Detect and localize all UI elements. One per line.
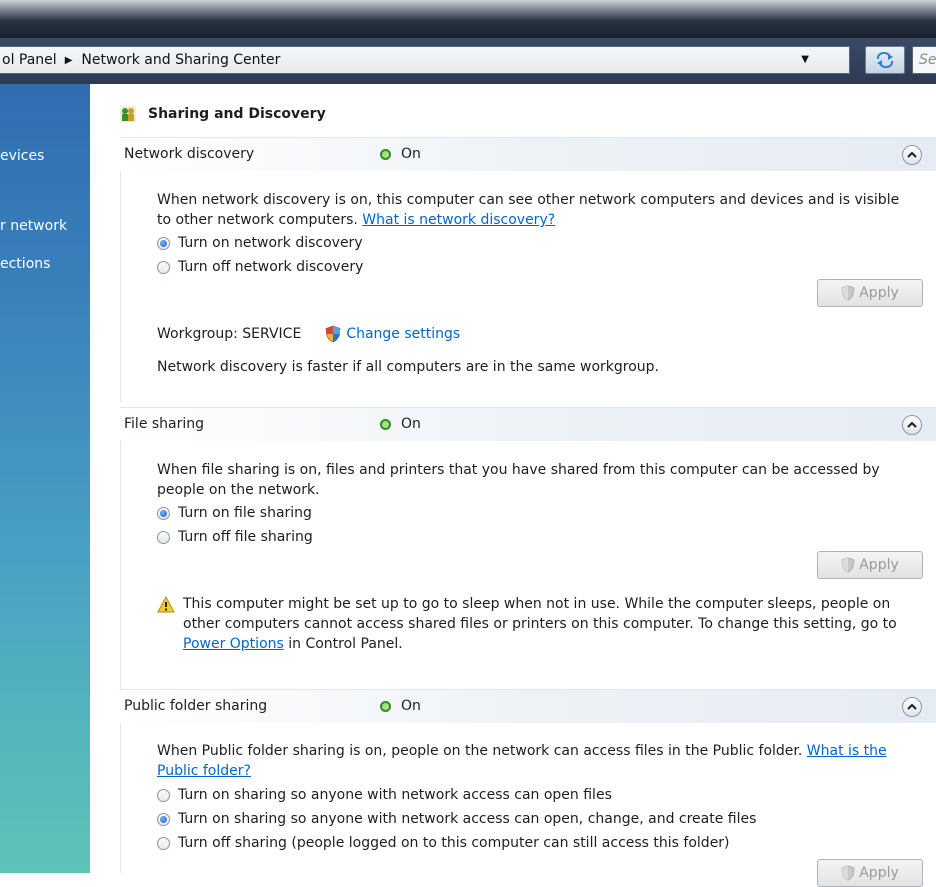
- radio-unselected-icon: [157, 260, 170, 274]
- chevron-up-icon: [907, 703, 917, 710]
- public-folder-apply-label: Apply: [859, 865, 899, 881]
- public-sharing-off-label: Turn off sharing (people logged on to th…: [178, 835, 730, 851]
- panel-title-row: Sharing and Discovery: [120, 106, 326, 122]
- file-sharing-description: When file sharing is on, files and print…: [157, 462, 880, 498]
- file-sharing-status-text: On: [401, 416, 421, 432]
- address-field[interactable]: ol Panel ▶ Network and Sharing Center ▼: [0, 46, 850, 74]
- file-sharing-body: When file sharing is on, files and print…: [120, 441, 936, 696]
- public-folder-sharing-header[interactable]: Public folder sharing On: [120, 689, 936, 723]
- turn-on-network-discovery-radio[interactable]: Turn on network discovery: [157, 235, 363, 251]
- public-folder-description: When Public folder sharing is on, people…: [157, 741, 917, 781]
- file-sharing-header[interactable]: File sharing On: [120, 407, 936, 441]
- turn-off-file-sharing-label: Turn off file sharing: [178, 529, 313, 545]
- status-on-dot-icon: [380, 148, 391, 160]
- what-is-network-discovery-link[interactable]: What is network discovery?: [362, 212, 555, 228]
- radio-selected-icon: [157, 236, 170, 250]
- public-sharing-change-create-radio[interactable]: Turn on sharing so anyone with network a…: [157, 811, 756, 827]
- network-discovery-header[interactable]: Network discovery On: [120, 137, 936, 171]
- chevron-up-icon: [907, 421, 917, 428]
- search-input[interactable]: Se: [912, 46, 936, 74]
- turn-on-file-sharing-label: Turn on file sharing: [178, 505, 312, 521]
- network-discovery-collapse-button[interactable]: [902, 145, 922, 165]
- refresh-arrows-icon: [876, 52, 894, 68]
- workgroup-note: Network discovery is faster if all compu…: [157, 359, 660, 375]
- turn-off-network-discovery-radio[interactable]: Turn off network discovery: [157, 259, 363, 275]
- public-folder-sharing-status: On: [380, 698, 421, 714]
- public-folder-sharing-body: When Public folder sharing is on, people…: [120, 723, 936, 887]
- status-on-dot-icon: [380, 418, 391, 430]
- panel-title: Sharing and Discovery: [148, 106, 326, 122]
- radio-selected-icon: [157, 506, 170, 520]
- public-sharing-change-create-label: Turn on sharing so anyone with network a…: [178, 811, 757, 827]
- network-discovery-status: On: [380, 146, 421, 162]
- network-discovery-description: When network discovery is on, this compu…: [157, 190, 917, 230]
- workgroup-row: Workgroup: SERVICE Change settings: [157, 325, 460, 343]
- address-bar: ol Panel ▶ Network and Sharing Center ▼ …: [0, 38, 936, 84]
- public-folder-sharing-title: Public folder sharing: [124, 698, 268, 714]
- change-settings-label: Change settings: [346, 326, 461, 342]
- refresh-button[interactable]: [865, 46, 905, 74]
- public-sharing-off-radio[interactable]: Turn off sharing (people logged on to th…: [157, 835, 730, 851]
- sidebar-item-connections[interactable]: ections: [0, 256, 50, 272]
- file-sharing-apply-button[interactable]: Apply: [817, 551, 923, 579]
- task-sidebar: evices r network ections: [0, 84, 90, 873]
- sleep-warning-text-end: in Control Panel.: [288, 636, 403, 652]
- window-title-bar: [0, 0, 936, 38]
- turn-on-network-discovery-label: Turn on network discovery: [178, 235, 363, 251]
- sleep-warning-text-start: This computer might be set up to go to s…: [183, 596, 897, 632]
- breadcrumb-control-panel[interactable]: ol Panel: [2, 52, 57, 68]
- uac-shield-icon: [841, 865, 855, 881]
- network-discovery-body: When network discovery is on, this compu…: [120, 171, 936, 402]
- sleep-warning: This computer might be set up to go to s…: [157, 594, 927, 654]
- change-settings-link[interactable]: Change settings: [325, 325, 460, 343]
- turn-on-file-sharing-radio[interactable]: Turn on file sharing: [157, 505, 312, 521]
- file-sharing-collapse-button[interactable]: [902, 415, 922, 435]
- public-sharing-open-files-radio[interactable]: Turn on sharing so anyone with network a…: [157, 787, 612, 803]
- file-sharing-status: On: [380, 416, 421, 432]
- sidebar-item-devices[interactable]: evices: [0, 148, 44, 164]
- chevron-up-icon: [907, 151, 917, 158]
- network-discovery-title: Network discovery: [124, 146, 255, 162]
- radio-unselected-icon: [157, 530, 170, 544]
- radio-unselected-icon: [157, 788, 170, 802]
- sharing-users-icon: [120, 106, 136, 122]
- sidebar-item-network[interactable]: r network: [0, 218, 67, 234]
- uac-shield-icon: [325, 325, 341, 343]
- turn-off-file-sharing-radio[interactable]: Turn off file sharing: [157, 529, 313, 545]
- uac-shield-icon: [841, 285, 855, 301]
- warning-triangle-icon: [157, 596, 175, 613]
- power-options-link[interactable]: Power Options: [183, 636, 284, 652]
- file-sharing-title: File sharing: [124, 416, 205, 432]
- uac-shield-icon: [841, 557, 855, 573]
- public-folder-sharing-collapse-button[interactable]: [902, 697, 922, 717]
- network-discovery-apply-label: Apply: [859, 285, 899, 301]
- public-sharing-open-files-label: Turn on sharing so anyone with network a…: [178, 787, 612, 803]
- public-folder-sharing-status-text: On: [401, 698, 421, 714]
- breadcrumb-separator-icon[interactable]: ▶: [65, 55, 73, 66]
- public-folder-apply-button[interactable]: Apply: [817, 859, 923, 887]
- radio-unselected-icon: [157, 836, 170, 850]
- workgroup-label: Workgroup: SERVICE: [157, 326, 302, 342]
- turn-off-network-discovery-label: Turn off network discovery: [178, 259, 364, 275]
- address-dropdown-icon[interactable]: ▼: [801, 54, 809, 65]
- main-panel: Sharing and Discovery Network discovery …: [90, 84, 936, 887]
- radio-selected-icon: [157, 812, 170, 826]
- sleep-warning-text: This computer might be set up to go to s…: [183, 594, 927, 654]
- network-discovery-status-text: On: [401, 146, 421, 162]
- public-folder-description-text: When Public folder sharing is on, people…: [157, 743, 803, 759]
- breadcrumb-network-sharing-center[interactable]: Network and Sharing Center: [81, 52, 280, 68]
- status-on-dot-icon: [380, 700, 391, 712]
- file-sharing-apply-label: Apply: [859, 557, 899, 573]
- network-discovery-apply-button[interactable]: Apply: [817, 279, 923, 307]
